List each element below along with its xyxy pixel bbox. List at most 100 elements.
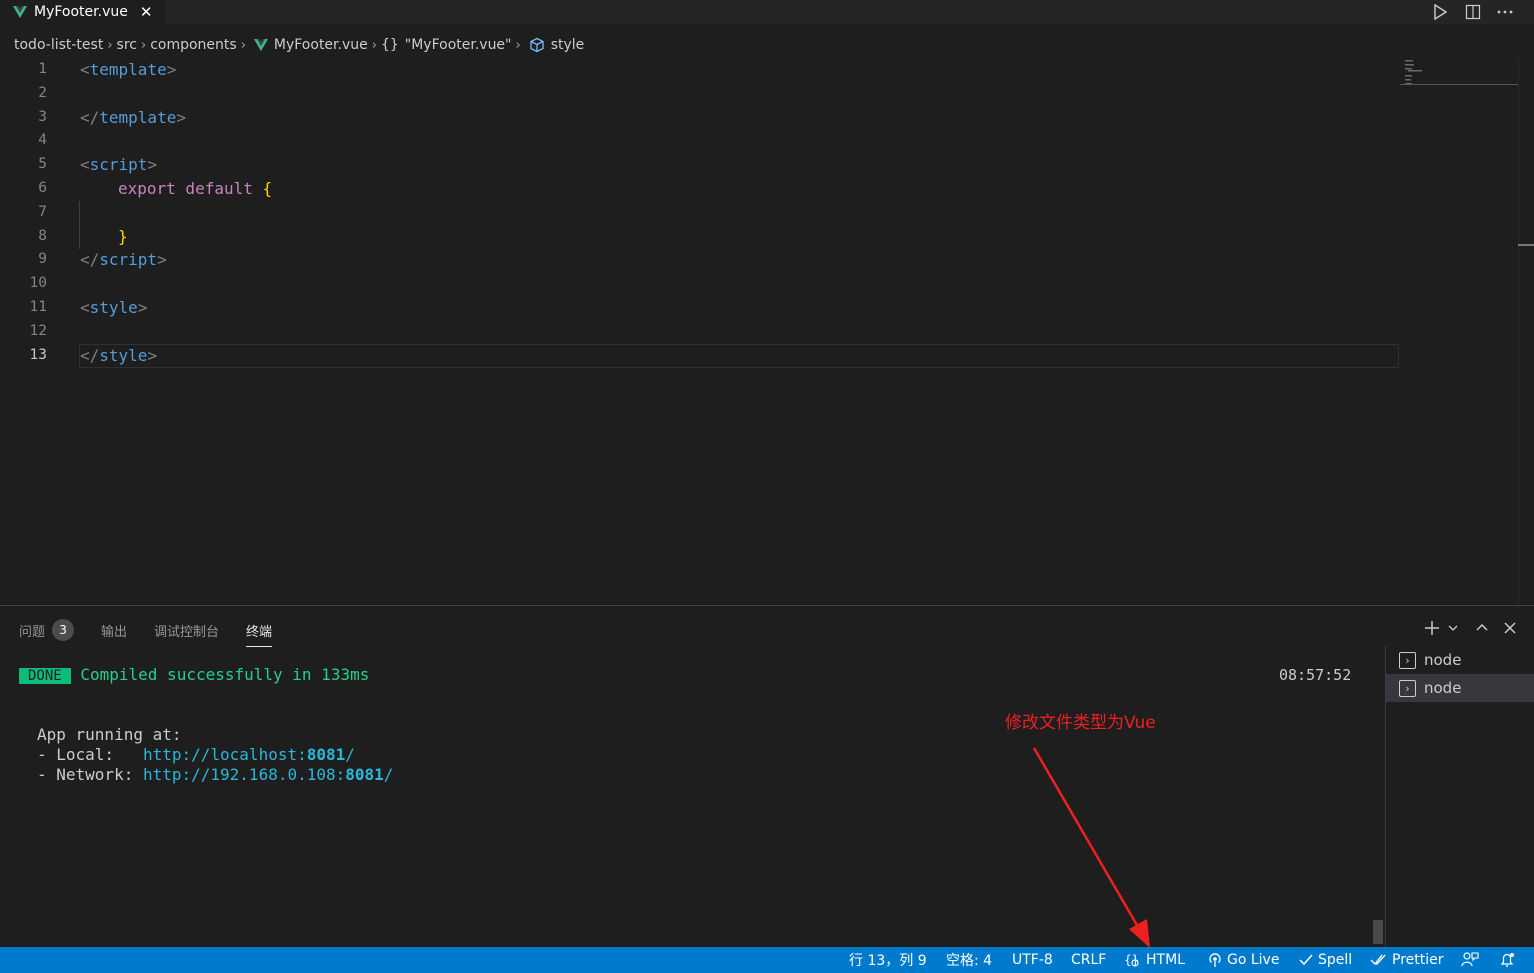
chevron-right-icon: › (515, 37, 521, 53)
chevron-down-icon[interactable] (1446, 618, 1460, 638)
network-label: - Network: (37, 765, 143, 784)
code-token: > (147, 345, 158, 365)
local-url-prefix: http://localhost: (142, 745, 307, 764)
code-line[interactable]: 8 } (0, 225, 1400, 249)
more-actions-icon[interactable] (1494, 2, 1516, 22)
feedback-icon[interactable] (1461, 947, 1483, 973)
indentation[interactable]: 空格: 4 (946, 947, 992, 973)
close-icon[interactable]: ✕ (140, 3, 153, 21)
network-url-suffix: / (383, 765, 394, 784)
local-url[interactable]: http://localhost:8081/ (143, 745, 355, 764)
scrollbar-cursor-marker (1518, 244, 1534, 246)
code-line[interactable]: 2 (0, 82, 1400, 106)
minimap[interactable] (1400, 58, 1518, 98)
braces-icon: {} (1124, 953, 1139, 967)
terminal-output[interactable]: DONE Compiled successfully in 133ms 08:5… (0, 658, 1370, 938)
tab-terminal[interactable]: 终端 (246, 617, 273, 647)
tab-output[interactable]: 输出 (101, 617, 127, 643)
notifications-bell-icon[interactable] (1499, 947, 1519, 973)
code-line[interactable]: 12 (0, 320, 1400, 344)
code-editor[interactable]: 1 <template> 2 3 </template> 4 5 <script… (0, 58, 1534, 604)
code-line[interactable]: 7 (0, 201, 1400, 225)
line-number: 3 (38, 108, 47, 125)
annotation-text: 修改文件类型为Vue (1005, 713, 1156, 733)
terminal-scrollbar[interactable] (1373, 920, 1383, 944)
code-token: </ (80, 345, 100, 365)
vertical-scrollbar[interactable] (1518, 58, 1519, 604)
check-icon (1299, 954, 1313, 966)
line-number: 12 (29, 322, 47, 339)
code-token: script (89, 155, 148, 175)
line-number: 1 (38, 61, 47, 77)
tab-debug-console[interactable]: 调试控制台 (154, 617, 219, 643)
go-live-button[interactable]: Go Live (1207, 947, 1279, 973)
terminal-session-list: › node › node (1385, 646, 1534, 948)
chevron-right-icon: › (140, 37, 147, 53)
line-number: 6 (38, 180, 47, 196)
line-number: 7 (38, 203, 47, 220)
code-line[interactable]: 1 <template> (0, 58, 1400, 82)
code-token: > (176, 107, 186, 127)
terminal-session-item[interactable]: › node (1386, 674, 1534, 702)
line-number: 2 (38, 84, 47, 101)
breadcrumb-item-style[interactable]: style (551, 37, 585, 53)
breadcrumb-item-src[interactable]: src (117, 37, 137, 53)
tab-problems[interactable]: 问题 3 (19, 617, 75, 643)
breadcrumb-item-file[interactable]: MyFooter.vue (274, 37, 368, 53)
broadcast-icon (1209, 953, 1221, 967)
code-line[interactable]: 11 <style> (0, 296, 1400, 320)
line-number: 10 (29, 275, 47, 292)
code-token: </ (80, 250, 100, 270)
vue-file-icon (253, 39, 268, 51)
terminal-line: - Network: http://192.168.0.108:8081/ (37, 765, 393, 784)
line-number: 5 (38, 156, 47, 173)
run-icon[interactable] (1429, 2, 1451, 22)
terminal-session-item[interactable]: › node (1386, 646, 1534, 674)
object-icon: {} (380, 37, 399, 53)
local-label: - Local: (37, 745, 143, 764)
terminal-session-label: node (1424, 651, 1462, 669)
tab-myfooter-vue[interactable]: MyFooter.vue ✕ (0, 0, 166, 24)
code-line[interactable]: 10 (0, 272, 1400, 296)
code-token: > (166, 60, 177, 79)
tab-bar: MyFooter.vue ✕ (0, 0, 1534, 24)
breadcrumb-item-project[interactable]: todo-list-test (14, 37, 103, 53)
code-token: > (147, 155, 158, 175)
breadcrumb-item-components[interactable]: components (150, 37, 237, 53)
new-terminal-icon[interactable] (1423, 618, 1441, 638)
code-token: style (89, 298, 138, 317)
network-url[interactable]: http://192.168.0.108:8081/ (143, 765, 393, 784)
code-token: template (89, 60, 167, 79)
prettier-button[interactable]: Prettier (1370, 947, 1444, 973)
cursor-position[interactable]: 行 13，列 9 (849, 947, 927, 973)
code-line[interactable]: 6 export default { (0, 177, 1400, 201)
encoding[interactable]: UTF-8 (1012, 947, 1053, 973)
line-number: 13 (29, 346, 47, 363)
code-line[interactable]: 13 </style> (0, 344, 1400, 368)
close-panel-icon[interactable] (1502, 618, 1518, 638)
breadcrumb-item-object[interactable]: "MyFooter.vue" (405, 37, 512, 53)
spell-label: Spell (1318, 952, 1353, 968)
terminal-line: - Local: http://localhost:8081/ (37, 745, 355, 764)
code-line[interactable]: 9 </script> (0, 248, 1400, 272)
spell-button[interactable]: Spell (1298, 947, 1352, 973)
terminal-icon: › (1399, 679, 1416, 697)
line-ending[interactable]: CRLF (1071, 947, 1106, 973)
done-badge: DONE (19, 668, 71, 684)
code-line[interactable]: 4 (0, 129, 1400, 153)
compiled-message: Compiled successfully in 133ms (80, 665, 370, 684)
element-icon (530, 37, 544, 53)
maximize-panel-icon[interactable] (1474, 618, 1490, 638)
code-line[interactable]: 3 </template> (0, 106, 1400, 130)
line-number: 9 (38, 251, 47, 268)
chevron-right-icon: › (107, 37, 113, 53)
network-port: 8081 (345, 765, 384, 784)
terminal-line: DONE Compiled successfully in 133ms (0, 665, 369, 684)
code-token: template (99, 107, 177, 127)
status-bar: 行 13，列 9 空格: 4 UTF-8 CRLF {} HTML Go Liv… (0, 947, 1534, 973)
network-url-prefix: http://192.168.0.108: (142, 765, 346, 784)
language-mode[interactable]: {} HTML (1124, 947, 1185, 973)
code-line[interactable]: 5 <script> (0, 153, 1400, 177)
terminal-line: App running at: (37, 725, 182, 744)
split-editor-icon[interactable] (1462, 2, 1484, 22)
